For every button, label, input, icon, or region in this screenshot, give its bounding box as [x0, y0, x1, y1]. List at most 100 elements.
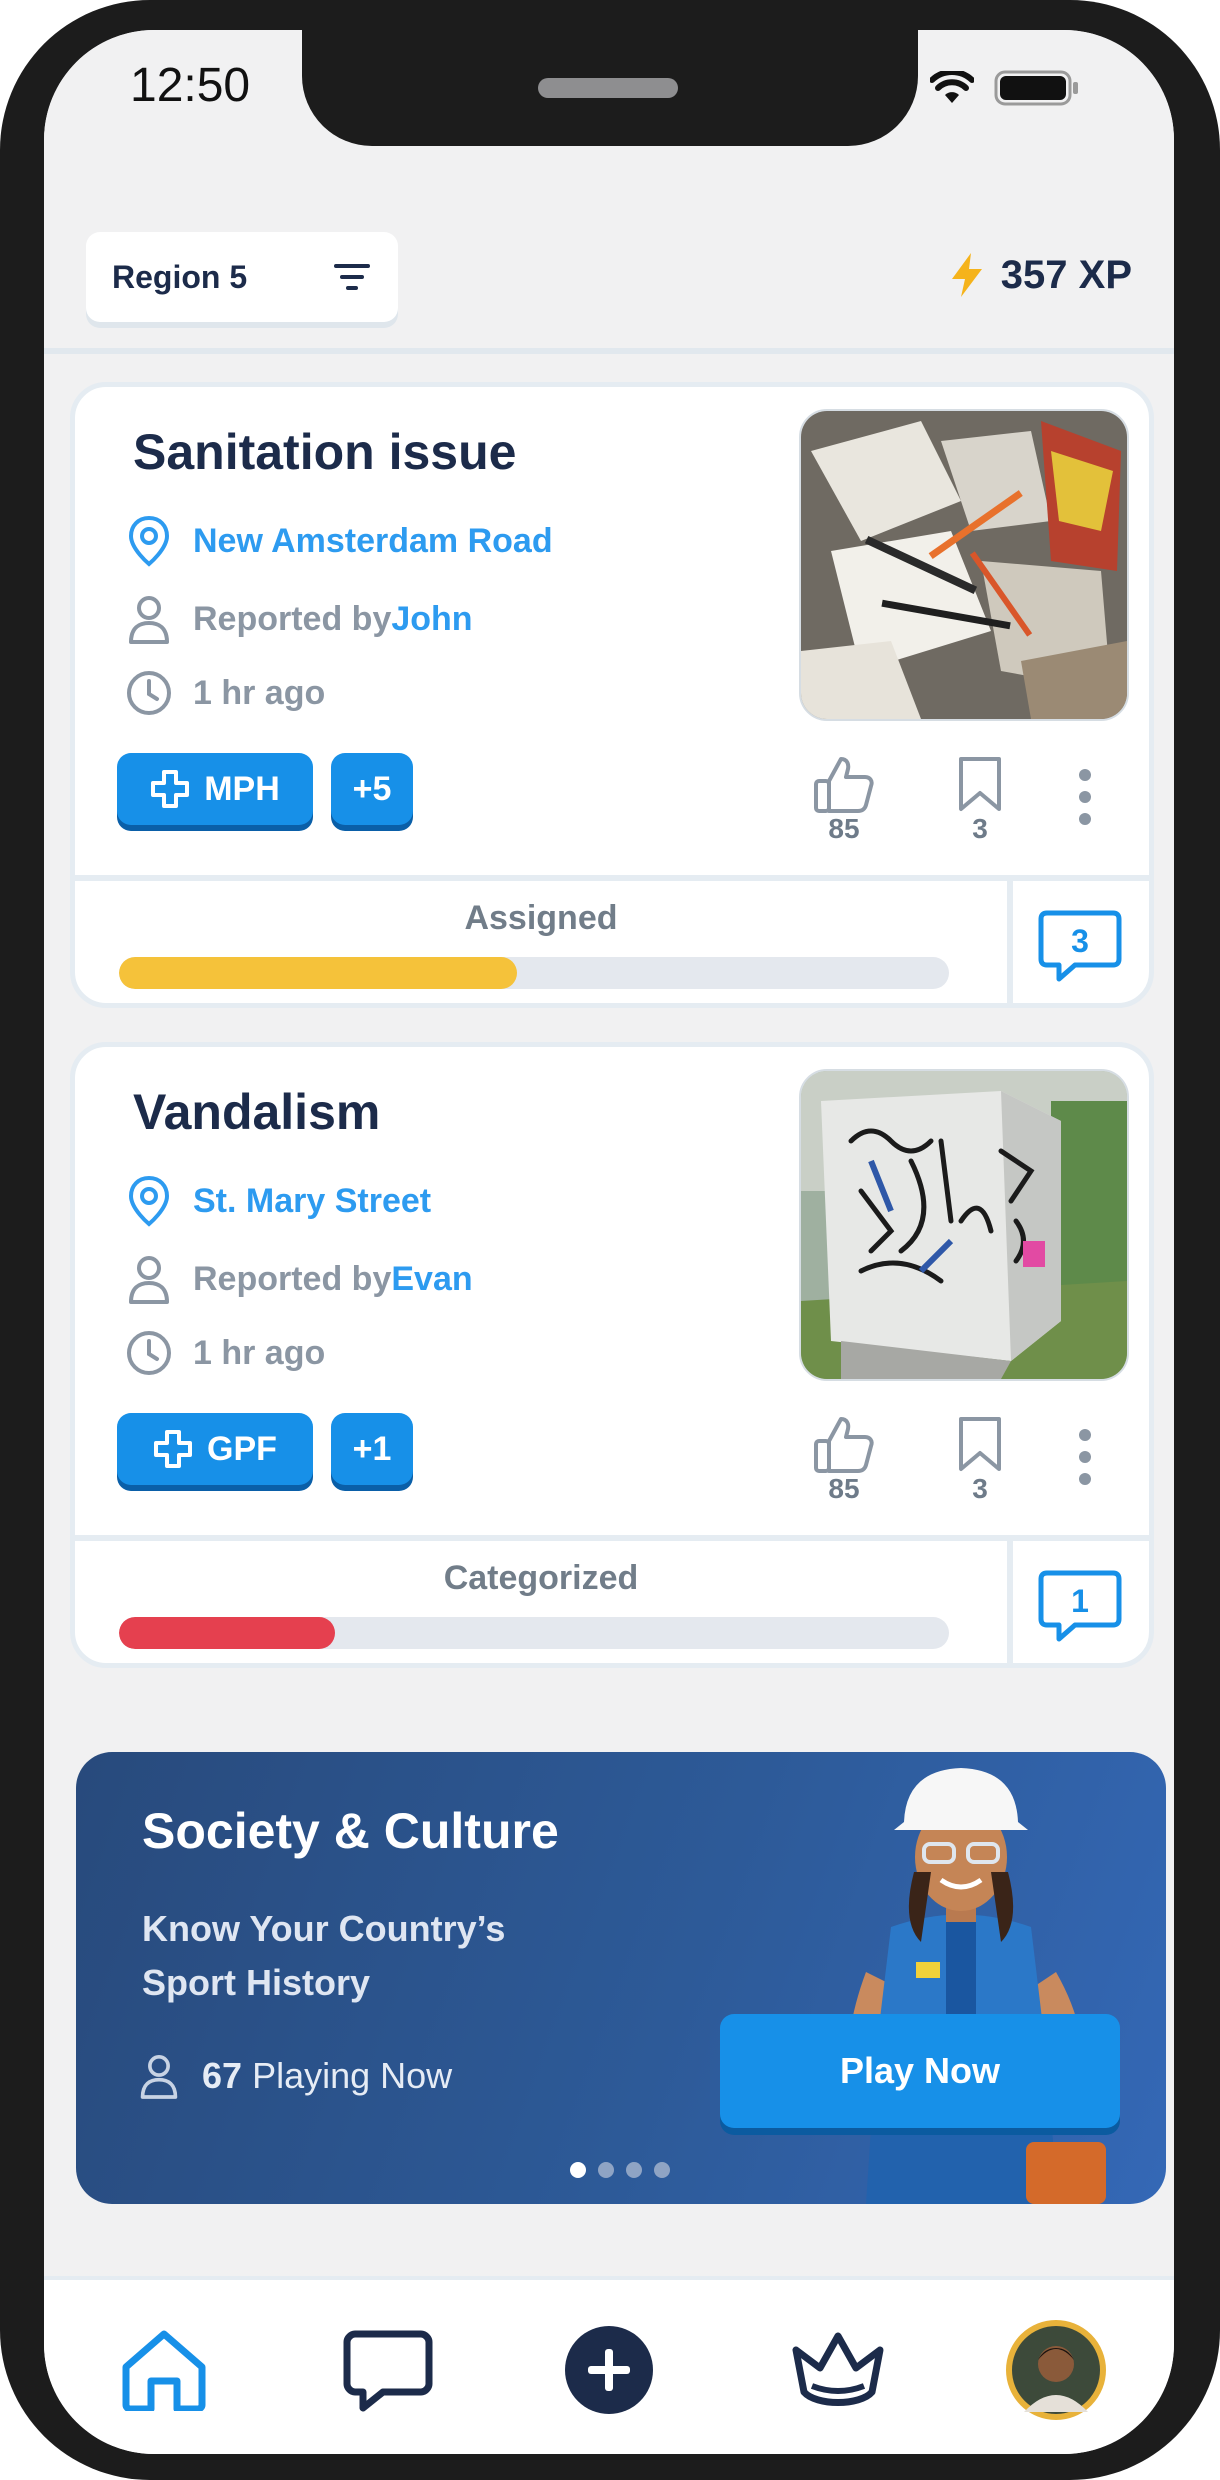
play-now-button[interactable]: Play Now: [720, 2014, 1120, 2128]
like-count: 85: [828, 1473, 860, 1504]
save-button[interactable]: 3: [957, 755, 1003, 845]
location-pin-icon: [123, 1175, 175, 1227]
status-progress-fill: [119, 1617, 335, 1649]
card-footer-separator: [1007, 1541, 1013, 1663]
filter-icon: [334, 264, 370, 290]
comment-count: 3: [1071, 923, 1089, 959]
volume-up-button: [0, 440, 6, 590]
report-card[interactable]: Vandalism St. Mary Street Reported by Ev…: [70, 1042, 1154, 1668]
like-button[interactable]: 85: [813, 755, 875, 845]
more-tags-badge[interactable]: +1: [331, 1413, 413, 1485]
department-tag[interactable]: GPF: [117, 1413, 313, 1485]
players-online: 67 Playing Now: [138, 2052, 452, 2100]
user-icon: [123, 1253, 175, 1305]
save-count: 3: [972, 813, 988, 844]
thumbs-up-icon: [814, 1417, 874, 1473]
carousel-dot[interactable]: [598, 2162, 614, 2178]
status-progress-fill: [119, 957, 518, 989]
reporter-name[interactable]: Evan: [391, 1260, 472, 1299]
region-filter[interactable]: Region 5: [86, 232, 398, 322]
report-location[interactable]: St. Mary Street: [123, 1175, 431, 1227]
like-count: 85: [828, 813, 860, 844]
carousel-pagination[interactable]: [570, 2162, 670, 2178]
chat-icon: [343, 2330, 433, 2412]
card-footer-separator: [1007, 881, 1013, 1003]
report-location[interactable]: New Amsterdam Road: [123, 515, 553, 567]
profile-avatar: [1006, 2320, 1106, 2420]
card-divider: [75, 875, 1149, 881]
comment-count: 1: [1071, 1583, 1089, 1619]
lightning-icon: [951, 253, 982, 297]
card-divider: [75, 1535, 1149, 1541]
status-label: Categorized: [443, 1559, 639, 1597]
report-title: Sanitation issue: [133, 424, 517, 480]
app-screen: 12:50 Region 5 357 XP Sanitation issue N…: [44, 30, 1174, 2454]
time-ago: 1 hr ago: [193, 1333, 326, 1372]
reporter-name[interactable]: John: [391, 600, 472, 639]
speaker-grille: [538, 78, 678, 98]
bottom-nav: [44, 2276, 1174, 2454]
carousel-dot[interactable]: [654, 2162, 670, 2178]
carousel-dot[interactable]: [626, 2162, 642, 2178]
battery-icon: [994, 70, 1078, 106]
players-suffix: Playing Now: [252, 2055, 453, 2096]
medical-cross-icon: [154, 1430, 193, 1468]
nav-home[interactable]: [114, 2320, 214, 2420]
report-photo-graffiti-box[interactable]: [799, 1069, 1129, 1381]
location-link[interactable]: St. Mary Street: [193, 1182, 431, 1221]
more-tags-badge[interactable]: +5: [331, 753, 413, 825]
report-reporter: Reported by John: [123, 593, 473, 645]
report-title: Vandalism: [133, 1084, 381, 1140]
save-count: 3: [972, 1473, 988, 1504]
nav-profile[interactable]: [1006, 2320, 1106, 2420]
report-photo-garbage[interactable]: [799, 409, 1129, 721]
nav-add-report[interactable]: [559, 2320, 659, 2420]
location-link[interactable]: New Amsterdam Road: [193, 522, 553, 561]
more-tags-count: +5: [352, 769, 392, 808]
reported-by-label: Reported by: [193, 1259, 392, 1298]
comments-button[interactable]: 1: [1037, 1563, 1123, 1649]
bookmark-icon: [959, 757, 1001, 811]
promo-title: Society & Culture: [142, 1803, 559, 1859]
save-button[interactable]: 3: [957, 1415, 1003, 1505]
more-options-button[interactable]: [1075, 1427, 1095, 1487]
nav-leaderboard[interactable]: [788, 2320, 888, 2420]
nav-messages[interactable]: [338, 2320, 438, 2420]
department-tag[interactable]: MPH: [117, 753, 313, 825]
time-ago: 1 hr ago: [193, 673, 326, 712]
report-time: 1 hr ago: [123, 667, 325, 719]
volume-down-button: [0, 620, 6, 770]
user-icon: [140, 2055, 178, 2099]
add-icon: [565, 2326, 653, 2414]
report-time: 1 hr ago: [123, 1327, 325, 1379]
header-divider: [44, 348, 1174, 354]
report-reporter: Reported by Evan: [123, 1253, 473, 1305]
like-button[interactable]: 85: [813, 1415, 875, 1505]
home-icon: [122, 2330, 206, 2411]
reported-by-label: Reported by: [193, 599, 392, 638]
medical-cross-icon: [151, 770, 190, 808]
comments-button[interactable]: 3: [1037, 903, 1123, 989]
status-progress-bar: [119, 1617, 949, 1649]
power-button: [1212, 600, 1220, 920]
promo-banner[interactable]: Society & Culture Know Your Country’s Sp…: [76, 1752, 1166, 2204]
wifi-icon: [930, 71, 974, 103]
kebab-menu-icon: [1079, 769, 1091, 825]
promo-subtitle: Know Your Country’s Sport History: [142, 1908, 506, 2003]
xp-value: 357 XP: [1000, 252, 1132, 297]
mascot-illustration: [848, 1768, 1106, 2204]
more-options-button[interactable]: [1075, 767, 1095, 827]
clock-icon: [123, 667, 175, 719]
thumbs-up-icon: [814, 757, 874, 813]
carousel-dot[interactable]: [570, 2162, 586, 2178]
crown-icon: [792, 2332, 884, 2406]
department-tag-label: GPF: [207, 1429, 277, 1468]
report-card[interactable]: Sanitation issue New Amsterdam Road Repo…: [70, 382, 1154, 1008]
status-label: Assigned: [464, 899, 618, 937]
bookmark-icon: [959, 1417, 1001, 1471]
location-pin-icon: [123, 515, 175, 567]
players-count: 67: [202, 2055, 243, 2096]
status-time: 12:50: [130, 59, 251, 112]
xp-counter: 357 XP: [949, 252, 1132, 298]
kebab-menu-icon: [1079, 1429, 1091, 1485]
